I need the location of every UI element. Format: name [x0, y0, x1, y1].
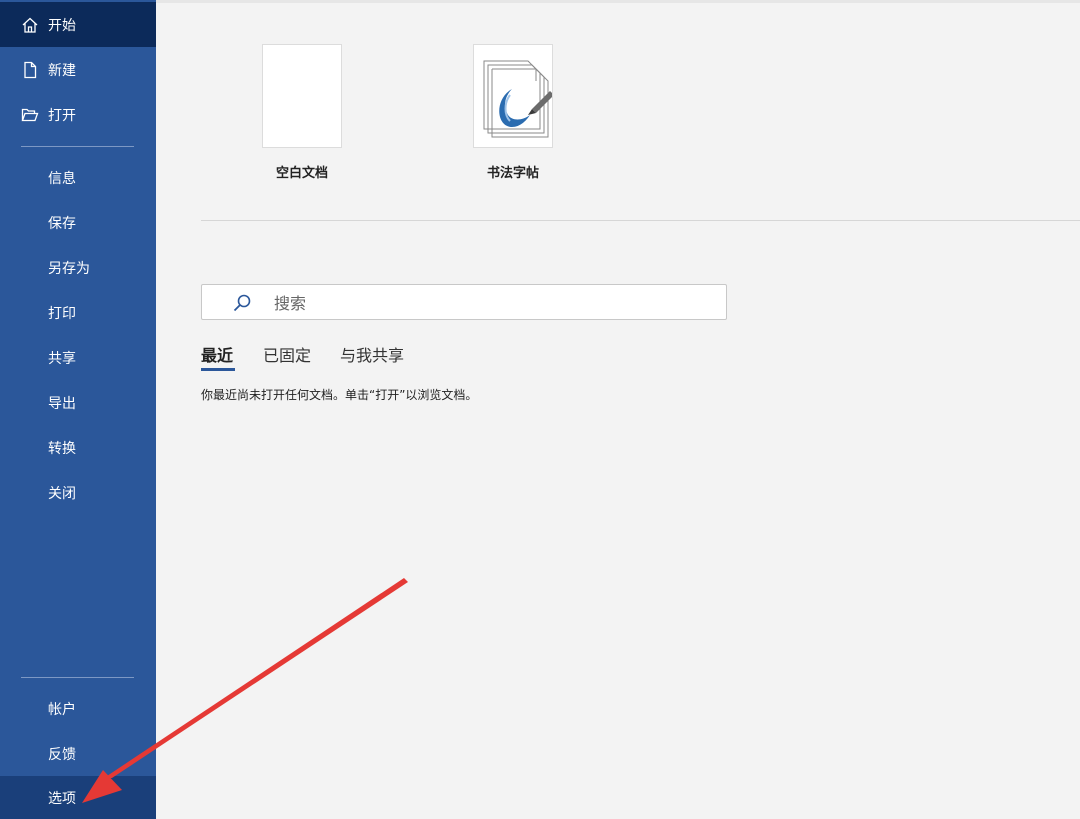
- nav-save-as-label: 另存为: [48, 260, 90, 277]
- folder-open-icon: [21, 108, 39, 122]
- recent-empty-message: 你最近尚未打开任何文档。单击“打开”以浏览文档。: [201, 388, 478, 402]
- calligraphy-brush-icon: [483, 60, 554, 138]
- search-box[interactable]: [201, 284, 727, 321]
- nav-home-label: 开始: [48, 17, 76, 34]
- nav-share-label: 共享: [48, 350, 76, 367]
- nav-save[interactable]: 保存: [0, 200, 156, 245]
- nav-feedback[interactable]: 反馈: [0, 731, 156, 776]
- nav-options[interactable]: 选项: [0, 776, 156, 819]
- active-tab-indicator: [201, 368, 235, 371]
- tab-pinned[interactable]: 已固定: [263, 342, 311, 366]
- tab-recent[interactable]: 最近: [201, 342, 233, 366]
- home-icon: [22, 17, 38, 33]
- nav-close[interactable]: 关闭: [0, 470, 156, 515]
- nav-new[interactable]: 新建: [0, 47, 156, 92]
- main-panel: 空白文档 书法字帖 最近 已固定 与我共享 你最近尚未打开任何文档。单击“打开”…: [156, 0, 1080, 819]
- top-border: [156, 0, 1080, 3]
- nav-home[interactable]: 开始: [0, 2, 156, 47]
- nav-share[interactable]: 共享: [0, 335, 156, 380]
- sidebar: 开始 新建 打开 信息 保存 另存为 打印 共享 导出 转换 关闭 帐户 反馈 …: [0, 0, 156, 819]
- nav-account[interactable]: 帐户: [0, 686, 156, 731]
- section-divider: [201, 220, 1080, 221]
- tab-shared-with-me[interactable]: 与我共享: [340, 342, 404, 366]
- nav-convert-label: 转换: [48, 440, 76, 457]
- nav-open[interactable]: 打开: [0, 92, 156, 137]
- nav-info[interactable]: 信息: [0, 155, 156, 200]
- nav-save-as[interactable]: 另存为: [0, 245, 156, 290]
- nav-close-label: 关闭: [48, 485, 76, 502]
- search-input[interactable]: [272, 285, 716, 321]
- calligraphy-template[interactable]: [473, 44, 554, 148]
- nav-open-label: 打开: [48, 107, 76, 124]
- calligraphy-label: 书法字帖: [486, 166, 539, 181]
- blank-document-label: 空白文档: [275, 166, 328, 181]
- nav-print[interactable]: 打印: [0, 290, 156, 335]
- nav-save-label: 保存: [48, 215, 76, 232]
- sidebar-divider: [21, 146, 134, 147]
- nav-new-label: 新建: [48, 62, 76, 79]
- nav-print-label: 打印: [48, 305, 76, 322]
- nav-export-label: 导出: [48, 395, 76, 412]
- nav-convert[interactable]: 转换: [0, 425, 156, 470]
- nav-account-label: 帐户: [48, 701, 76, 718]
- nav-info-label: 信息: [48, 170, 76, 187]
- nav-feedback-label: 反馈: [48, 746, 76, 763]
- search-icon: [233, 294, 251, 312]
- sidebar-divider: [21, 677, 134, 678]
- new-document-icon: [24, 61, 37, 79]
- nav-export[interactable]: 导出: [0, 380, 156, 425]
- nav-options-label: 选项: [48, 790, 76, 807]
- blank-document-template[interactable]: [262, 44, 342, 148]
